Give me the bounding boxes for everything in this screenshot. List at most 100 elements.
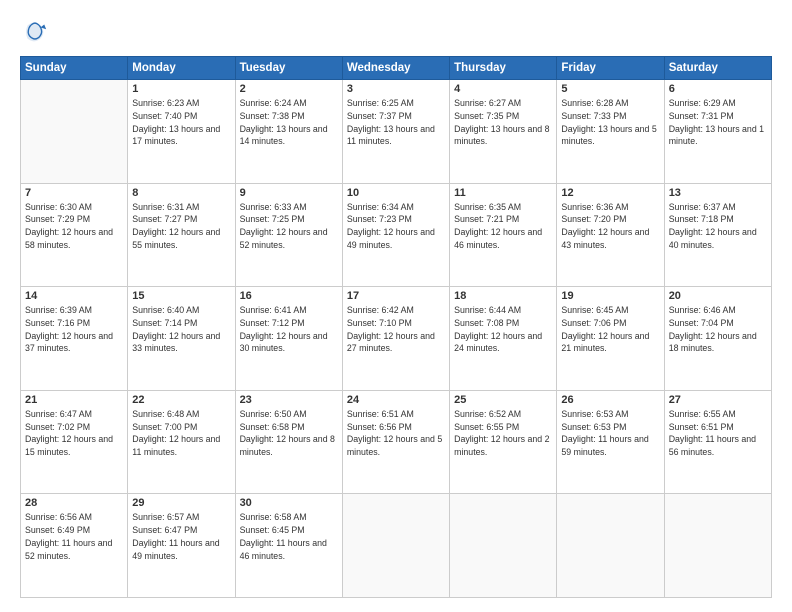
day-number: 19 (561, 290, 659, 302)
day-info: Sunrise: 6:35 AM Sunset: 7:21 PM Dayligh… (454, 201, 552, 252)
day-info: Sunrise: 6:23 AM Sunset: 7:40 PM Dayligh… (132, 97, 230, 148)
calendar-cell: 1 Sunrise: 6:23 AM Sunset: 7:40 PM Daylig… (128, 80, 235, 184)
calendar-cell (557, 494, 664, 598)
calendar-cell (450, 494, 557, 598)
calendar-cell: 13 Sunrise: 6:37 AM Sunset: 7:18 PM Dayli… (664, 183, 771, 287)
day-number: 13 (669, 187, 767, 199)
calendar-cell: 25 Sunrise: 6:52 AM Sunset: 6:55 PM Dayli… (450, 390, 557, 494)
weekday-header-thursday: Thursday (450, 57, 557, 80)
week-row-4: 21Sunrise: 6:47 AM Sunset: 7:02 PM Dayli… (21, 390, 772, 494)
weekday-header-monday: Monday (128, 57, 235, 80)
calendar-cell: 22 Sunrise: 6:48 AM Sunset: 7:00 PM Dayli… (128, 390, 235, 494)
day-info: Sunrise: 6:27 AM Sunset: 7:35 PM Dayligh… (454, 97, 552, 148)
day-number: 16 (240, 290, 338, 302)
calendar-cell: 27 Sunrise: 6:55 AM Sunset: 6:51 PM Dayli… (664, 390, 771, 494)
day-number: 7 (25, 187, 123, 199)
day-info: Sunrise: 6:39 AM Sunset: 7:16 PM Dayligh… (25, 304, 123, 355)
day-number: 4 (454, 83, 552, 95)
calendar-cell: 11 Sunrise: 6:35 AM Sunset: 7:21 PM Dayli… (450, 183, 557, 287)
weekday-header-tuesday: Tuesday (235, 57, 342, 80)
day-info: Sunrise: 6:30 AM Sunset: 7:29 PM Dayligh… (25, 201, 123, 252)
day-info: Sunrise: 6:57 AM Sunset: 6:47 PM Dayligh… (132, 511, 230, 562)
logo (20, 18, 52, 46)
calendar-cell: 2 Sunrise: 6:24 AM Sunset: 7:38 PM Daylig… (235, 80, 342, 184)
logo-icon (20, 18, 48, 46)
day-number: 23 (240, 394, 338, 406)
weekday-header-wednesday: Wednesday (342, 57, 449, 80)
day-number: 25 (454, 394, 552, 406)
day-number: 27 (669, 394, 767, 406)
day-number: 24 (347, 394, 445, 406)
calendar-cell: 28 Sunrise: 6:56 AM Sunset: 6:49 PM Dayli… (21, 494, 128, 598)
calendar-cell: 3Sunrise: 6:25 AM Sunset: 7:37 PM Daylig… (342, 80, 449, 184)
calendar-cell: 16 Sunrise: 6:41 AM Sunset: 7:12 PM Dayli… (235, 287, 342, 391)
calendar-cell: 8 Sunrise: 6:31 AM Sunset: 7:27 PM Daylig… (128, 183, 235, 287)
day-number: 14 (25, 290, 123, 302)
day-number: 10 (347, 187, 445, 199)
day-info: Sunrise: 6:51 AM Sunset: 6:56 PM Dayligh… (347, 408, 445, 459)
day-info: Sunrise: 6:36 AM Sunset: 7:20 PM Dayligh… (561, 201, 659, 252)
day-info: Sunrise: 6:45 AM Sunset: 7:06 PM Dayligh… (561, 304, 659, 355)
week-row-1: 1 Sunrise: 6:23 AM Sunset: 7:40 PM Daylig… (21, 80, 772, 184)
calendar-cell: 20 Sunrise: 6:46 AM Sunset: 7:04 PM Dayli… (664, 287, 771, 391)
day-info: Sunrise: 6:53 AM Sunset: 6:53 PM Dayligh… (561, 408, 659, 459)
day-info: Sunrise: 6:52 AM Sunset: 6:55 PM Dayligh… (454, 408, 552, 459)
day-info: Sunrise: 6:44 AM Sunset: 7:08 PM Dayligh… (454, 304, 552, 355)
calendar-cell: 30Sunrise: 6:58 AM Sunset: 6:45 PM Dayli… (235, 494, 342, 598)
calendar-cell (664, 494, 771, 598)
day-number: 30 (240, 497, 338, 509)
day-info: Sunrise: 6:29 AM Sunset: 7:31 PM Dayligh… (669, 97, 767, 148)
calendar-cell: 21Sunrise: 6:47 AM Sunset: 7:02 PM Dayli… (21, 390, 128, 494)
day-info: Sunrise: 6:42 AM Sunset: 7:10 PM Dayligh… (347, 304, 445, 355)
calendar-cell: 4 Sunrise: 6:27 AM Sunset: 7:35 PM Daylig… (450, 80, 557, 184)
day-info: Sunrise: 6:25 AM Sunset: 7:37 PM Dayligh… (347, 97, 445, 148)
calendar-cell: 29 Sunrise: 6:57 AM Sunset: 6:47 PM Dayli… (128, 494, 235, 598)
day-info: Sunrise: 6:31 AM Sunset: 7:27 PM Dayligh… (132, 201, 230, 252)
day-number: 28 (25, 497, 123, 509)
day-number: 22 (132, 394, 230, 406)
calendar-cell (342, 494, 449, 598)
day-info: Sunrise: 6:33 AM Sunset: 7:25 PM Dayligh… (240, 201, 338, 252)
calendar-cell: 17 Sunrise: 6:42 AM Sunset: 7:10 PM Dayli… (342, 287, 449, 391)
week-row-2: 7 Sunrise: 6:30 AM Sunset: 7:29 PM Daylig… (21, 183, 772, 287)
day-number: 9 (240, 187, 338, 199)
day-number: 20 (669, 290, 767, 302)
day-info: Sunrise: 6:46 AM Sunset: 7:04 PM Dayligh… (669, 304, 767, 355)
calendar-cell: 6Sunrise: 6:29 AM Sunset: 7:31 PM Daylig… (664, 80, 771, 184)
page: SundayMondayTuesdayWednesdayThursdayFrid… (0, 0, 792, 612)
day-info: Sunrise: 6:40 AM Sunset: 7:14 PM Dayligh… (132, 304, 230, 355)
day-number: 8 (132, 187, 230, 199)
day-number: 26 (561, 394, 659, 406)
day-number: 29 (132, 497, 230, 509)
header (20, 18, 772, 46)
calendar-cell: 7 Sunrise: 6:30 AM Sunset: 7:29 PM Daylig… (21, 183, 128, 287)
calendar-cell: 12 Sunrise: 6:36 AM Sunset: 7:20 PM Dayli… (557, 183, 664, 287)
calendar-cell: 24 Sunrise: 6:51 AM Sunset: 6:56 PM Dayli… (342, 390, 449, 494)
day-info: Sunrise: 6:48 AM Sunset: 7:00 PM Dayligh… (132, 408, 230, 459)
day-info: Sunrise: 6:34 AM Sunset: 7:23 PM Dayligh… (347, 201, 445, 252)
calendar-cell: 18Sunrise: 6:44 AM Sunset: 7:08 PM Dayli… (450, 287, 557, 391)
day-info: Sunrise: 6:50 AM Sunset: 6:58 PM Dayligh… (240, 408, 338, 459)
day-info: Sunrise: 6:55 AM Sunset: 6:51 PM Dayligh… (669, 408, 767, 459)
calendar-cell: 5Sunrise: 6:28 AM Sunset: 7:33 PM Daylig… (557, 80, 664, 184)
day-number: 5 (561, 83, 659, 95)
day-info: Sunrise: 6:41 AM Sunset: 7:12 PM Dayligh… (240, 304, 338, 355)
calendar-table: SundayMondayTuesdayWednesdayThursdayFrid… (20, 56, 772, 598)
day-number: 12 (561, 187, 659, 199)
day-number: 2 (240, 83, 338, 95)
day-info: Sunrise: 6:37 AM Sunset: 7:18 PM Dayligh… (669, 201, 767, 252)
calendar-cell: 26 Sunrise: 6:53 AM Sunset: 6:53 PM Dayli… (557, 390, 664, 494)
calendar-cell: 15 Sunrise: 6:40 AM Sunset: 7:14 PM Dayli… (128, 287, 235, 391)
day-info: Sunrise: 6:24 AM Sunset: 7:38 PM Dayligh… (240, 97, 338, 148)
day-number: 17 (347, 290, 445, 302)
day-info: Sunrise: 6:56 AM Sunset: 6:49 PM Dayligh… (25, 511, 123, 562)
week-row-5: 28 Sunrise: 6:56 AM Sunset: 6:49 PM Dayli… (21, 494, 772, 598)
calendar-cell: 10 Sunrise: 6:34 AM Sunset: 7:23 PM Dayli… (342, 183, 449, 287)
weekday-header-friday: Friday (557, 57, 664, 80)
day-number: 11 (454, 187, 552, 199)
calendar-cell (21, 80, 128, 184)
day-number: 15 (132, 290, 230, 302)
week-row-3: 14 Sunrise: 6:39 AM Sunset: 7:16 PM Dayli… (21, 287, 772, 391)
day-number: 1 (132, 83, 230, 95)
calendar-cell: 14 Sunrise: 6:39 AM Sunset: 7:16 PM Dayli… (21, 287, 128, 391)
